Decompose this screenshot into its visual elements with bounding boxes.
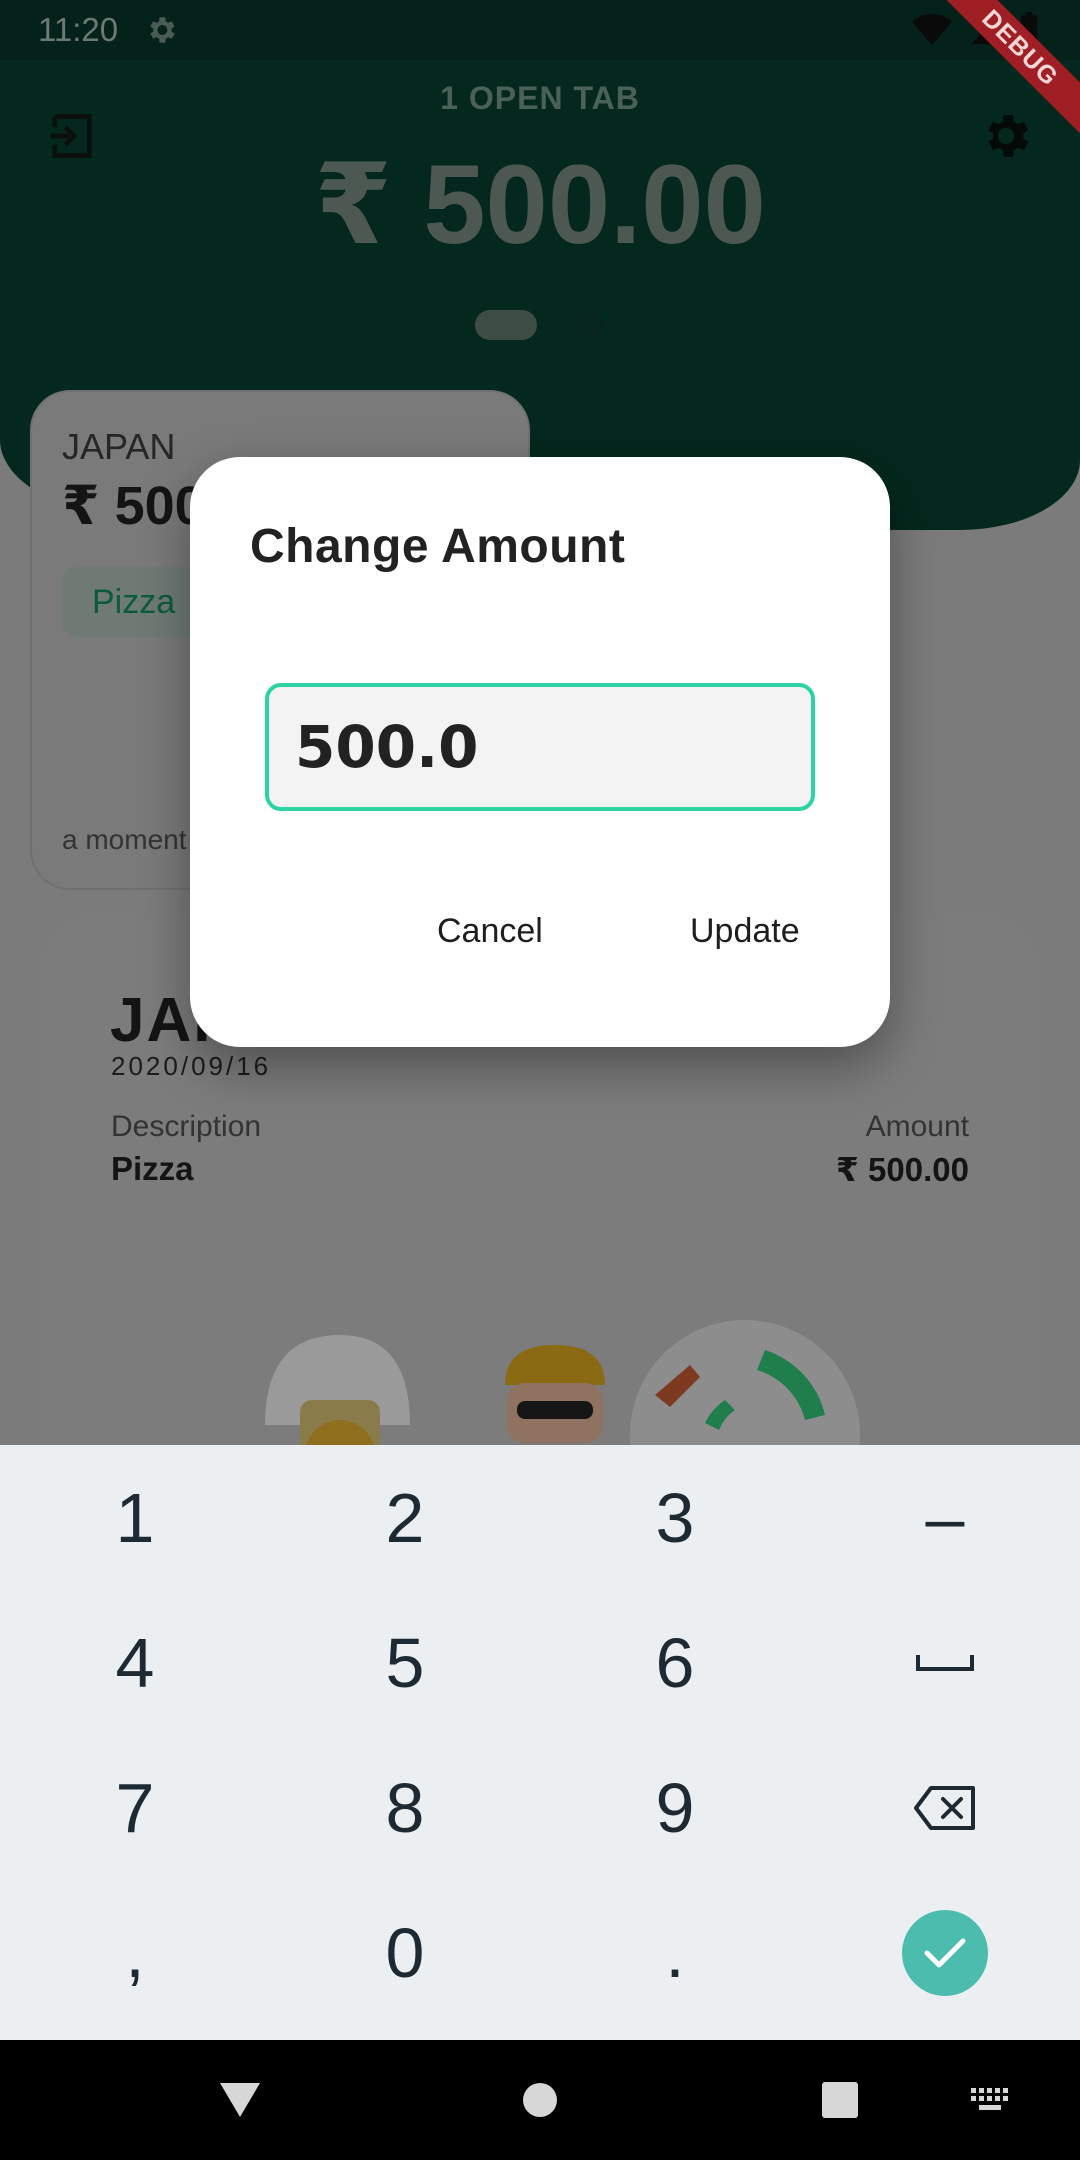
receipt-date: 2020/09/16 bbox=[111, 1051, 272, 1081]
open-tabs-count: 1 OPEN TAB bbox=[440, 80, 640, 116]
key-6[interactable]: 6 bbox=[540, 1590, 810, 1735]
wifi-icon bbox=[912, 14, 952, 45]
back-button[interactable] bbox=[200, 2040, 280, 2160]
home-circle-icon bbox=[523, 2083, 557, 2117]
amount-value: ₹ 500.00 bbox=[835, 1151, 969, 1188]
cancel-button[interactable]: Cancel bbox=[437, 912, 543, 951]
change-amount-dialog: Change Amount Cancel Update bbox=[190, 457, 890, 1047]
key-3[interactable]: 3 bbox=[540, 1445, 810, 1590]
amount-input[interactable] bbox=[265, 683, 815, 811]
key-5[interactable]: 5 bbox=[270, 1590, 540, 1735]
key-done[interactable] bbox=[810, 1880, 1080, 2025]
recents-button[interactable] bbox=[800, 2040, 880, 2160]
key-comma[interactable]: , bbox=[0, 1880, 270, 2025]
key-7[interactable]: 7 bbox=[0, 1735, 270, 1880]
done-button[interactable] bbox=[902, 1909, 988, 1996]
description-label: Description bbox=[111, 1110, 262, 1143]
gear-icon bbox=[150, 17, 175, 43]
status-bar: 11:20 bbox=[0, 0, 1080, 60]
dialog-title: Change Amount bbox=[250, 520, 626, 573]
numeric-keyboard: 1 2 3 – 4 5 6 7 8 9 , 0 . bbox=[0, 1445, 1080, 2040]
key-0[interactable]: 0 bbox=[270, 1880, 540, 2025]
key-8[interactable]: 8 bbox=[270, 1735, 540, 1880]
recents-square-icon bbox=[822, 2082, 858, 2118]
navigation-bar bbox=[0, 2040, 1080, 2160]
status-time: 11:20 bbox=[38, 11, 119, 48]
back-triangle-icon bbox=[220, 2083, 260, 2117]
page-indicator-active bbox=[475, 310, 537, 340]
backspace-icon bbox=[914, 1785, 975, 1830]
key-2[interactable]: 2 bbox=[270, 1445, 540, 1590]
key-space[interactable] bbox=[810, 1590, 1080, 1735]
amount-label: Amount bbox=[865, 1110, 969, 1143]
key-4[interactable]: 4 bbox=[0, 1590, 270, 1735]
space-icon bbox=[916, 1654, 974, 1671]
keyboard-switch-button[interactable] bbox=[960, 2040, 1020, 2160]
total-amount: ₹ 500.00 bbox=[314, 142, 766, 267]
page-indicator[interactable] bbox=[574, 310, 604, 340]
keyboard-icon bbox=[971, 2088, 1008, 2110]
home-button[interactable] bbox=[500, 2040, 580, 2160]
key-period[interactable]: . bbox=[540, 1880, 810, 2025]
done-check-icon bbox=[924, 1938, 966, 1967]
key-backspace[interactable] bbox=[810, 1735, 1080, 1880]
description-value: Pizza bbox=[111, 1150, 194, 1187]
tab-name: JAPAN bbox=[62, 426, 176, 467]
key-minus[interactable]: – bbox=[810, 1445, 1080, 1590]
update-button[interactable]: Update bbox=[690, 912, 800, 951]
key-1[interactable]: 1 bbox=[0, 1445, 270, 1590]
key-9[interactable]: 9 bbox=[540, 1735, 810, 1880]
